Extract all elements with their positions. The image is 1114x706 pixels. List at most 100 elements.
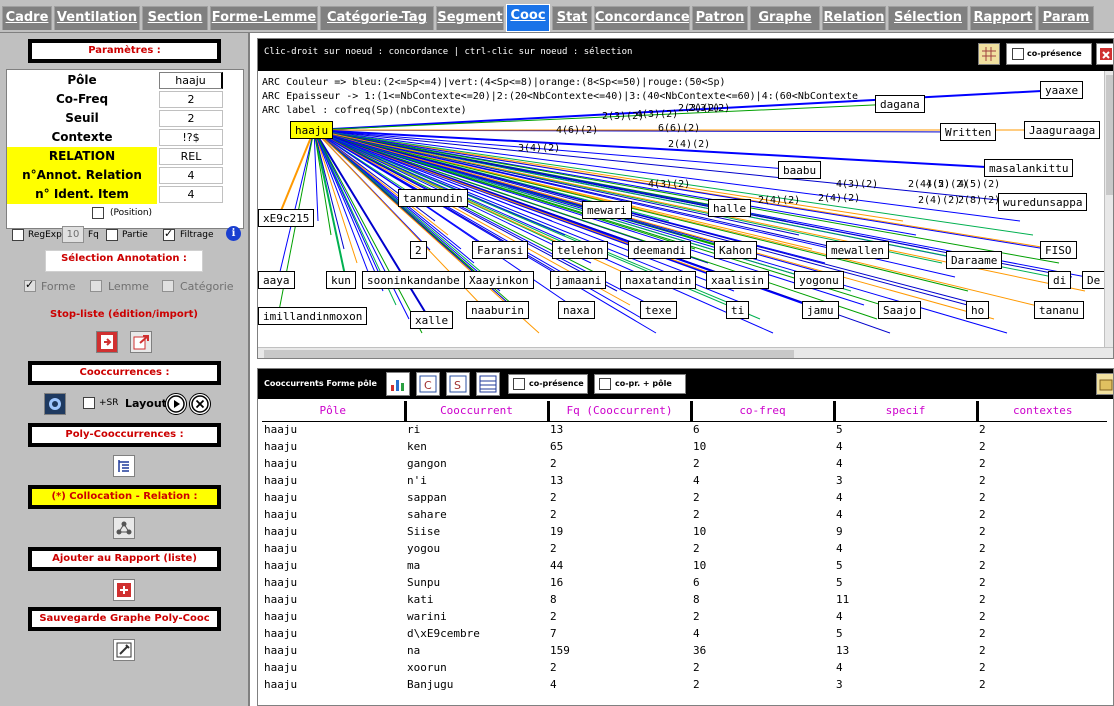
graph-node[interactable]: yogonu	[794, 271, 844, 289]
copr-pole-toggle[interactable]: co-pr. + pôle	[594, 374, 686, 394]
forme-checkbox[interactable]	[24, 278, 36, 292]
tab-forme-lemme[interactable]: Forme-Lemme	[210, 6, 318, 30]
graph-node[interactable]: mewallen	[826, 241, 889, 259]
table-row[interactable]: haaju Siise 19 10 9 2	[262, 523, 1107, 540]
graph-node[interactable]: naxatandin	[620, 271, 697, 289]
collocation-graph-icon[interactable]	[113, 517, 135, 539]
table-row[interactable]: haaju Banjugu 4 2 3 2	[262, 676, 1107, 693]
graph-node[interactable]: xaalisin	[706, 271, 769, 289]
graph-node[interactable]: di	[1048, 271, 1072, 289]
filtrage-checkbox[interactable]	[163, 227, 175, 241]
graph-node[interactable]: FISO	[1040, 241, 1077, 259]
table-row[interactable]: haaju sappan 2 2 4 2	[262, 489, 1107, 506]
position-checkbox[interactable]	[92, 207, 104, 219]
param-value-input[interactable]: 2	[159, 91, 223, 108]
graph-node[interactable]: naaburin	[466, 301, 529, 319]
regexp-checkbox[interactable]	[12, 229, 24, 241]
table-row[interactable]: haaju yogou 2 2 4 2	[262, 540, 1107, 557]
graph-node[interactable]: xE9c215	[258, 209, 315, 227]
center-node[interactable]: haaju	[290, 121, 334, 139]
graph-vscroll-thumb[interactable]	[1106, 75, 1113, 195]
sr-checkbox[interactable]	[83, 397, 95, 409]
table-row[interactable]: haaju gangon 2 2 4 2	[262, 455, 1107, 472]
add-report-icon[interactable]	[113, 579, 135, 601]
graph-vscroll[interactable]	[1104, 71, 1113, 347]
save-graph-icon[interactable]	[113, 639, 135, 661]
graph-node[interactable]: naxa	[558, 301, 595, 319]
graph-node[interactable]: aaya	[258, 271, 295, 289]
copy-s-icon[interactable]: S	[446, 372, 470, 396]
column-header[interactable]: specif	[832, 401, 977, 422]
table-export-icon[interactable]	[1096, 373, 1113, 395]
graph-node[interactable]: tanmundin	[398, 189, 468, 207]
graph-node[interactable]: jamaani	[550, 271, 607, 289]
layout-stop-icon[interactable]	[189, 393, 211, 415]
graph-node[interactable]: Written	[940, 123, 997, 141]
tab-param[interactable]: Param	[1038, 6, 1094, 30]
param-value-input[interactable]: 4	[159, 167, 223, 184]
table-row[interactable]: haaju sahare 2 2 4 2	[262, 506, 1107, 523]
tab-relation[interactable]: Relation	[822, 6, 886, 30]
graph-node[interactable]: Kahon	[714, 241, 758, 259]
graph-node[interactable]: kun	[326, 271, 356, 289]
graph-node[interactable]: baabu	[778, 161, 822, 179]
graph-node[interactable]: xalle	[410, 311, 454, 329]
tab-ventilation[interactable]: Ventilation	[54, 6, 140, 30]
column-header[interactable]: co-freq	[689, 401, 834, 422]
graph-node[interactable]: telehon	[552, 241, 609, 259]
graph-node[interactable]: halle	[708, 199, 752, 217]
table-view-icon[interactable]	[476, 372, 500, 396]
table-row[interactable]: haaju warini 2 2 4 2	[262, 608, 1107, 625]
column-header[interactable]: Pôle	[262, 401, 405, 422]
graph-node[interactable]: masalankittu	[984, 159, 1074, 177]
info-icon[interactable]: i	[226, 226, 241, 241]
graph-node[interactable]: ti	[726, 301, 750, 319]
column-header[interactable]: Cooccurrent	[403, 401, 548, 422]
fq-input[interactable]: 10	[62, 226, 84, 243]
graph-node[interactable]: dagana	[875, 95, 925, 113]
tab-section[interactable]: Section	[142, 6, 208, 30]
graph-node[interactable]: ho	[966, 301, 990, 319]
lemme-checkbox[interactable]	[90, 280, 102, 292]
tab-rapport[interactable]: Rapport	[970, 6, 1036, 30]
param-value-input[interactable]: haaju	[159, 72, 223, 89]
column-header[interactable]: contextes	[975, 401, 1107, 422]
cooc-run-icon[interactable]	[44, 393, 66, 415]
param-value-input[interactable]: !?$	[159, 129, 223, 146]
tab-cadre[interactable]: Cadre	[2, 6, 52, 30]
param-value-input[interactable]: 2	[159, 110, 223, 127]
graph-node[interactable]: wuredunsappa	[998, 193, 1088, 211]
graph-node[interactable]: Xaayinkon	[464, 271, 534, 289]
graph-node[interactable]: yaaxe	[1040, 81, 1084, 99]
graph-node[interactable]: mewari	[582, 201, 632, 219]
partie-checkbox[interactable]	[106, 229, 118, 241]
tab-graphe[interactable]: Graphe	[750, 6, 820, 30]
column-header[interactable]: Fq (Cooccurrent)	[546, 401, 691, 422]
table-row[interactable]: haaju d\xE9cembre 7 4 5 2	[262, 625, 1107, 642]
graph-canvas[interactable]: 2(3)(2) 4(3)(2) 2(3)(2) 4(6)(2) 6(6)(2) 2(4)(…	[258, 71, 1104, 347]
param-value-input[interactable]: 4	[159, 186, 223, 203]
graph-node[interactable]: jamu	[802, 301, 839, 319]
table-row[interactable]: haaju xoorun 2 2 4 2	[262, 659, 1107, 676]
layout-play-icon[interactable]	[165, 393, 187, 415]
graph-copresence-checkbox[interactable]	[1012, 48, 1024, 60]
poly-list-icon[interactable]	[113, 455, 135, 477]
copy-c-icon[interactable]: C	[416, 372, 440, 396]
graph-copresence-toggle[interactable]: co-présence	[1006, 43, 1092, 65]
table-row[interactable]: haaju na 159 36 13 2	[262, 642, 1107, 659]
graph-node[interactable]: sooninkandanbe	[362, 271, 465, 289]
graph-node[interactable]: 2	[410, 241, 427, 259]
table-row[interactable]: haaju kati 8 8 11 2	[262, 591, 1107, 608]
table-row[interactable]: haaju ma 44 10 5 2	[262, 557, 1107, 574]
table-row[interactable]: haaju n'i 13 4 3 2	[262, 472, 1107, 489]
graph-node[interactable]: texe	[640, 301, 677, 319]
graph-hscroll[interactable]	[258, 347, 1113, 358]
stoplist-edit-icon[interactable]	[96, 331, 118, 353]
table-row[interactable]: haaju ri 13 6 5 2	[262, 421, 1107, 438]
graph-node[interactable]: imillandinmoxon	[258, 307, 368, 325]
graph-hscroll-thumb[interactable]	[264, 350, 794, 358]
graph-node[interactable]: De	[1082, 271, 1104, 289]
tab-stat[interactable]: Stat	[552, 6, 592, 30]
categorie-checkbox[interactable]	[162, 280, 174, 292]
tab-s-lection[interactable]: Sélection	[888, 6, 968, 30]
